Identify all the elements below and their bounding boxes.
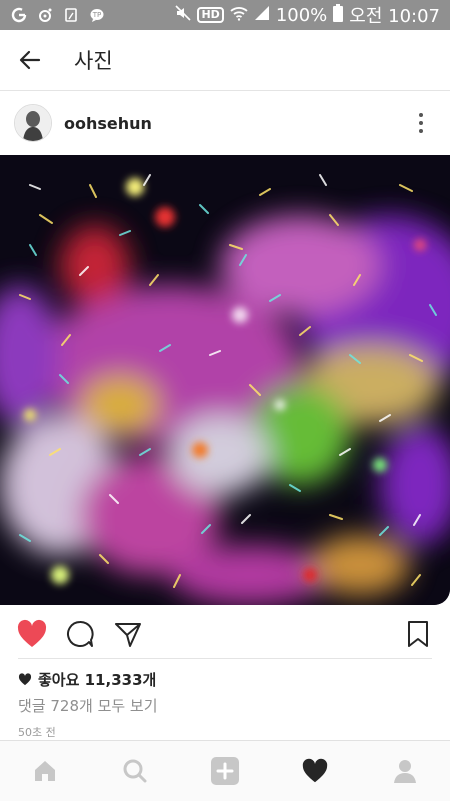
like-heart-icon[interactable] <box>14 616 50 652</box>
add-post-icon[interactable] <box>205 751 245 791</box>
gear-icon <box>36 6 54 24</box>
small-heart-icon <box>18 673 32 686</box>
post-photo[interactable] <box>0 155 450 605</box>
battery-percent: 100% <box>275 4 328 26</box>
hd-icon: HD <box>197 7 224 23</box>
bookmark-icon[interactable] <box>400 616 436 652</box>
app-icon <box>10 6 28 24</box>
more-options-icon[interactable] <box>416 111 426 135</box>
post-actions <box>0 612 450 656</box>
status-bar: TP HD 100% 오전 10:07 <box>0 0 450 30</box>
signal-icon <box>254 5 270 26</box>
wifi-icon <box>230 5 248 26</box>
app-bar: 사진 <box>0 30 450 91</box>
back-arrow-icon[interactable] <box>0 30 60 90</box>
comment-icon[interactable] <box>62 616 98 652</box>
avatar[interactable] <box>14 104 52 142</box>
home-icon[interactable] <box>25 751 65 791</box>
flower-image <box>0 155 450 605</box>
svg-text:TP: TP <box>92 11 102 19</box>
search-icon[interactable] <box>115 751 155 791</box>
bottom-tab-bar <box>0 740 450 801</box>
username-link[interactable]: oohsehun <box>64 114 152 133</box>
view-all-comments-link[interactable]: 댓글 728개 모두 보기 <box>18 695 158 716</box>
page-title: 사진 <box>74 49 113 73</box>
activity-heart-icon[interactable] <box>295 751 335 791</box>
likes-count[interactable]: 좋아요 11,333개 <box>18 669 156 690</box>
divider <box>18 658 432 659</box>
post-timestamp: 50초 전 <box>18 726 56 739</box>
mute-icon <box>175 4 192 26</box>
messenger-icon: TP <box>88 6 106 24</box>
clock: 오전 10:07 <box>349 6 440 27</box>
battery-icon <box>333 3 344 27</box>
share-icon[interactable] <box>110 616 146 652</box>
profile-icon[interactable] <box>385 751 425 791</box>
likes-label: 좋아요 11,333개 <box>38 671 157 689</box>
post-header: oohsehun <box>0 92 450 154</box>
clipboard-icon <box>62 6 80 24</box>
